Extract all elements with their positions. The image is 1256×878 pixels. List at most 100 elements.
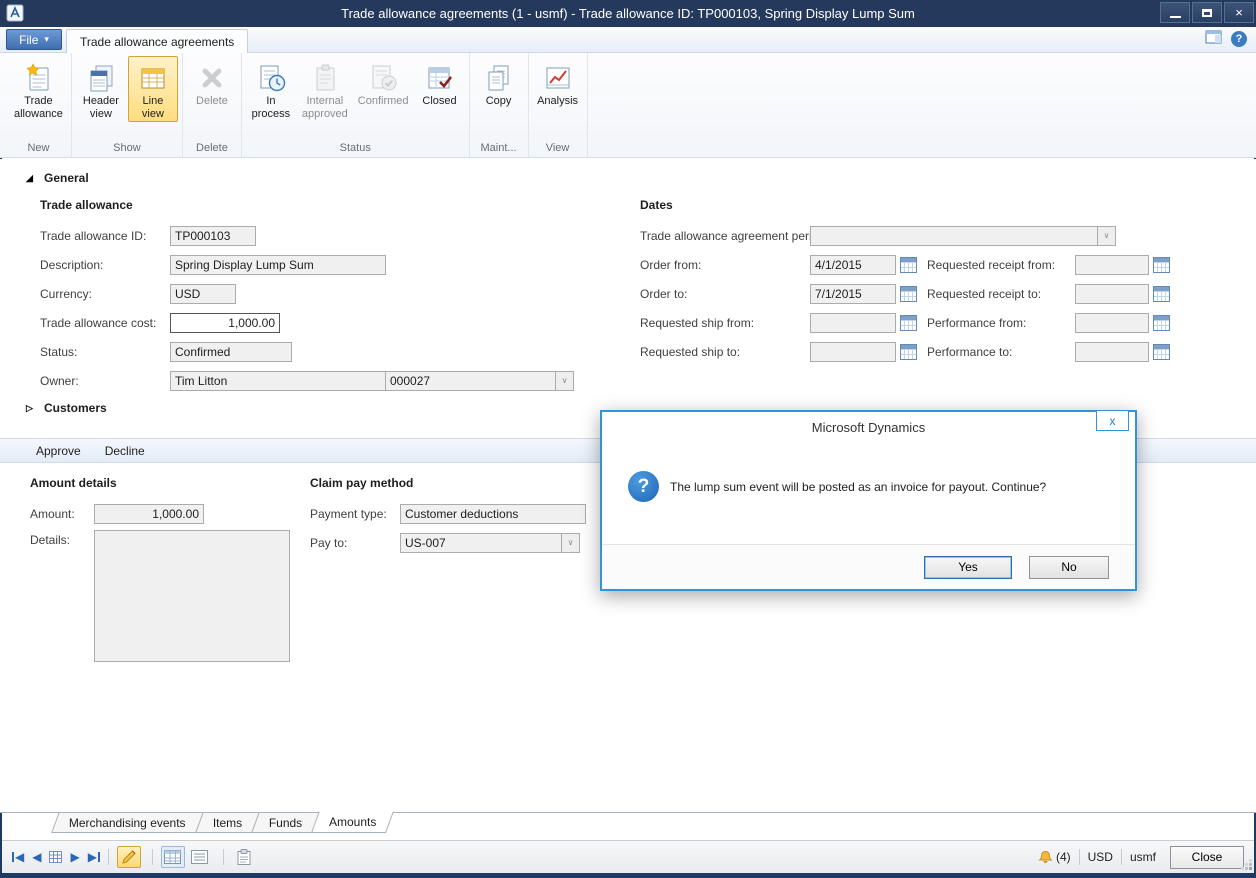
maximize-button[interactable] [1192,2,1222,23]
calendar-icon[interactable] [900,344,917,360]
owner-id-input[interactable] [386,371,556,391]
approve-button[interactable]: Approve [36,444,81,458]
layout-icon[interactable] [1205,30,1222,47]
header-view-button[interactable]: Header view [76,56,126,122]
general-section-header[interactable]: ◢ General [26,171,89,185]
owner-dropdown-button[interactable]: ∨ [556,371,574,391]
calendar-icon[interactable] [900,257,917,273]
tab-items[interactable]: Items [195,812,260,833]
bottom-tab-strip: Merchandising events Items Funds Amounts [55,812,390,833]
details-label: Details: [30,530,94,547]
currency-indicator[interactable]: USD [1088,850,1113,864]
performance-from-label: Performance from: [927,316,1075,330]
amount-input[interactable] [94,504,204,524]
confirmed-button: Confirmed [354,56,413,122]
document-tab[interactable]: Trade allowance agreements [66,29,248,53]
previous-record-button[interactable]: ◀ [32,850,41,864]
calendar-icon[interactable] [1153,315,1170,331]
trade-allowance-id-input[interactable] [170,226,256,246]
analysis-button[interactable]: Analysis [533,56,583,122]
pay-to-dropdown-button[interactable]: ∨ [562,533,580,553]
tab-amounts[interactable]: Amounts [311,811,394,833]
first-record-button[interactable]: ◀ [12,850,24,864]
close-icon: x [1110,414,1116,428]
menu-strip: File ▾ Trade allowance agreements ? [0,27,1256,53]
yes-button[interactable]: Yes [924,556,1012,579]
last-record-button[interactable]: ▶ [88,850,100,864]
edit-record-button[interactable] [117,846,141,868]
closed-button[interactable]: Closed [415,56,465,122]
close-window-button[interactable]: × [1224,2,1254,23]
delete-icon [196,60,228,95]
document-tab-label: Trade allowance agreements [80,35,234,49]
grid-view-button[interactable] [161,846,185,868]
decline-button[interactable]: Decline [105,444,145,458]
pay-to-label: Pay to: [310,536,400,550]
attachments-button[interactable] [232,846,256,868]
arrow-right-icon: ▶ [88,850,97,864]
list-icon [191,850,208,864]
order-from-label: Order from: [640,258,810,272]
calendar-icon[interactable] [1153,344,1170,360]
tab-label: Merchandising events [69,816,186,830]
requested-ship-to-input[interactable] [810,342,896,362]
requested-receipt-from-input[interactable] [1075,255,1149,275]
trade-allowance-group-title: Trade allowance [40,195,610,221]
trade-allowance-cost-input[interactable] [170,313,280,333]
button-label: Header [83,95,119,108]
tab-label: Items [213,816,242,830]
payment-type-input[interactable] [400,504,586,524]
calendar-icon[interactable] [1153,257,1170,273]
details-textarea[interactable] [94,530,290,662]
status-label: Status: [40,345,170,359]
help-icon[interactable]: ? [1231,31,1247,47]
order-from-input[interactable] [810,255,896,275]
separator [108,849,109,865]
description-input[interactable] [170,255,386,275]
details-view-button[interactable] [188,846,212,868]
order-to-label: Order to: [640,287,810,301]
performance-to-label: Performance to: [927,345,1075,359]
performance-from-input[interactable] [1075,313,1149,333]
no-button[interactable]: No [1029,556,1109,579]
next-record-button[interactable]: ▶ [70,850,79,864]
requested-receipt-to-input[interactable] [1075,284,1149,304]
record-list-button[interactable] [49,851,62,863]
line-view-button[interactable]: Line view [128,56,178,122]
performance-to-input[interactable] [1075,342,1149,362]
trade-allowance-button[interactable]: Trade allowance [10,56,67,122]
chevron-down-icon: ∨ [1104,231,1110,240]
customers-section-header[interactable]: ▷ Customers [26,401,107,415]
tab-merchandising-events[interactable]: Merchandising events [51,812,203,833]
agreement-period-dropdown-button[interactable]: ∨ [1098,226,1116,246]
bell-icon [1038,850,1053,865]
header-view-icon [85,60,117,95]
status-input[interactable] [170,342,292,362]
calendar-icon[interactable] [900,315,917,331]
close-form-button[interactable]: Close [1170,846,1244,869]
description-label: Description: [40,258,170,272]
resize-grip[interactable] [1240,858,1252,870]
status-bar: ◀ ◀ ▶ ▶ (4) USD [2,840,1254,873]
currency-input[interactable] [170,284,236,304]
order-to-input[interactable] [810,284,896,304]
agreement-period-input[interactable] [810,226,1098,246]
company-indicator[interactable]: usmf [1130,850,1156,864]
dialog-close-button[interactable]: x [1096,410,1129,431]
copy-button[interactable]: Copy [474,56,524,122]
calendar-icon[interactable] [1153,286,1170,302]
notifications-button[interactable]: (4) [1038,850,1071,865]
minimize-button[interactable] [1160,2,1190,23]
in-process-button[interactable]: In process [246,56,296,122]
calendar-icon[interactable] [900,286,917,302]
tab-funds[interactable]: Funds [251,812,320,833]
separator [223,849,224,865]
pay-to-input[interactable] [400,533,562,553]
owner-label: Owner: [40,374,170,388]
file-menu-button[interactable]: File ▾ [6,29,62,50]
ribbon-group-label: Delete [187,140,237,157]
requested-ship-from-input[interactable] [810,313,896,333]
owner-name-input[interactable] [170,371,386,391]
in-process-icon [255,60,287,95]
ribbon-group-label: Maint... [474,140,524,157]
